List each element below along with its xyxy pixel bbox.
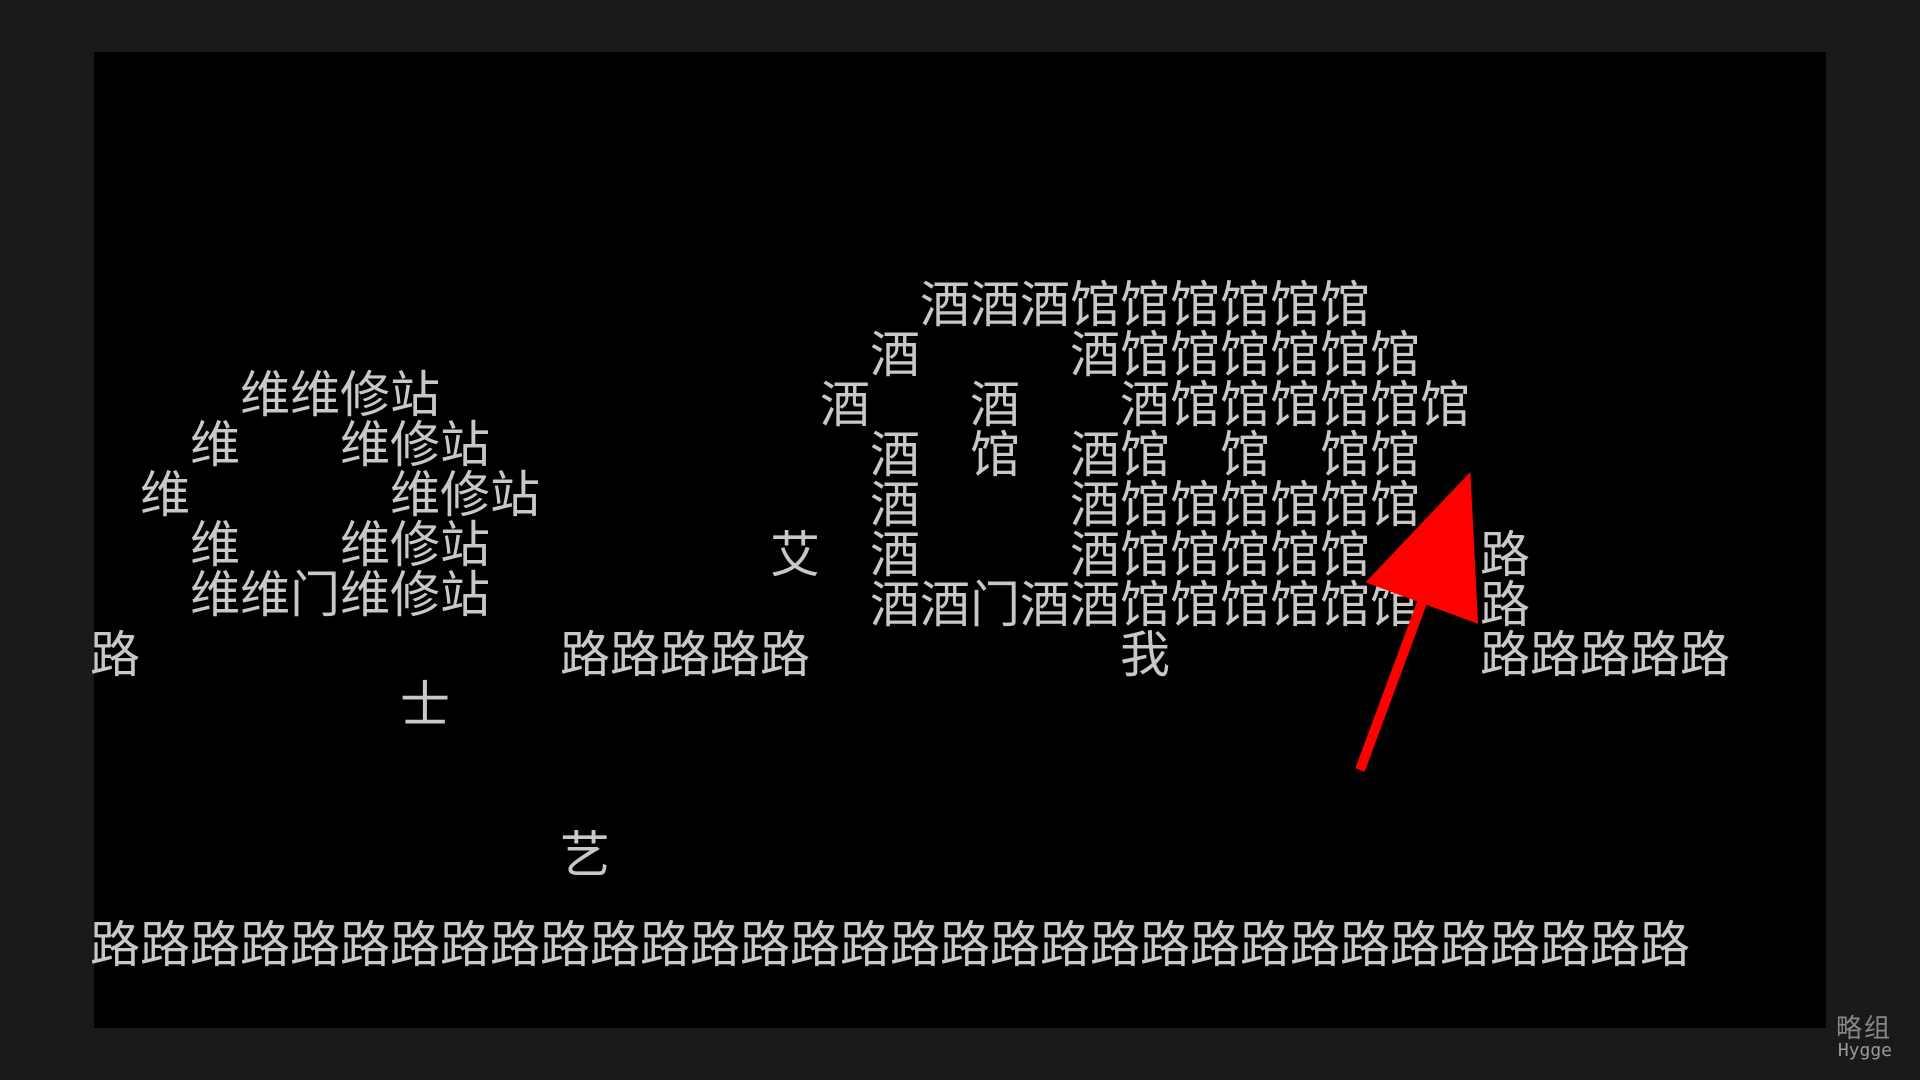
map-tile-run: 维维修站: [240, 370, 440, 420]
map-tile-run: 酒馆馆馆馆馆馆: [1120, 380, 1470, 430]
map-tile-run: 路路路路路: [560, 630, 810, 680]
watermark: 略组 Hygge: [1836, 1018, 1892, 1062]
map-tile-run: 酒馆: [1070, 430, 1170, 480]
map-tile-run: 艾: [770, 530, 820, 580]
map-tile-run: 酒: [970, 380, 1020, 430]
map-tile-run: 酒: [870, 430, 920, 480]
game-map-viewport: 酒酒酒馆馆馆馆馆馆酒酒馆馆馆馆馆馆维维修站酒酒酒馆馆馆馆馆馆维维修站酒馆酒馆馆馆…: [94, 52, 1826, 1028]
watermark-line2: Hygge: [1836, 1040, 1892, 1062]
map-tile-run: 酒: [820, 380, 870, 430]
map-tile-run: 路路路路路: [1480, 630, 1730, 680]
map-tile-run: 馆: [1220, 430, 1270, 480]
map-tile-run: 路: [1480, 580, 1530, 630]
map-tile-run: 酒: [870, 530, 920, 580]
map-tile-run: 酒馆馆馆馆馆馆: [1070, 480, 1420, 530]
map-tile-run: 维: [190, 420, 240, 470]
map-tile-run: 维维门维修站: [190, 570, 490, 620]
map-tile-run: 酒酒酒馆馆馆馆馆馆: [920, 280, 1370, 330]
map-tile-run: 维修站: [340, 520, 490, 570]
map-tile-run: 酒: [870, 480, 920, 530]
map-tile-run: 馆馆: [1320, 430, 1420, 480]
map-tile-run: 艺: [560, 830, 610, 880]
map-tile-run: 维修站: [390, 470, 540, 520]
map-tile-run: 路路路路路路路路路路路路路路路路路路路路路路路路路路路路路路路路: [90, 920, 1690, 970]
map-tile-run: 路: [90, 630, 140, 680]
map-tile-run: 馆: [970, 430, 1020, 480]
map-tile-run: 我: [1120, 630, 1170, 680]
map-tile-run: 路: [1480, 530, 1530, 580]
map-tile-run: 酒馆馆馆馆馆馆: [1070, 330, 1420, 380]
map-tile-run: 士: [400, 680, 450, 730]
watermark-line1: 略组: [1836, 1018, 1892, 1040]
map-tile-run: 酒: [870, 330, 920, 380]
map-tile-run: 维: [140, 470, 190, 520]
map-tile-run: 酒馆馆馆馆馆: [1070, 530, 1370, 580]
map-tile-run: 维修站: [340, 420, 490, 470]
map-tile-run: 维: [190, 520, 240, 570]
map-tile-run: 酒酒门酒酒馆馆馆馆馆馆: [870, 580, 1420, 630]
